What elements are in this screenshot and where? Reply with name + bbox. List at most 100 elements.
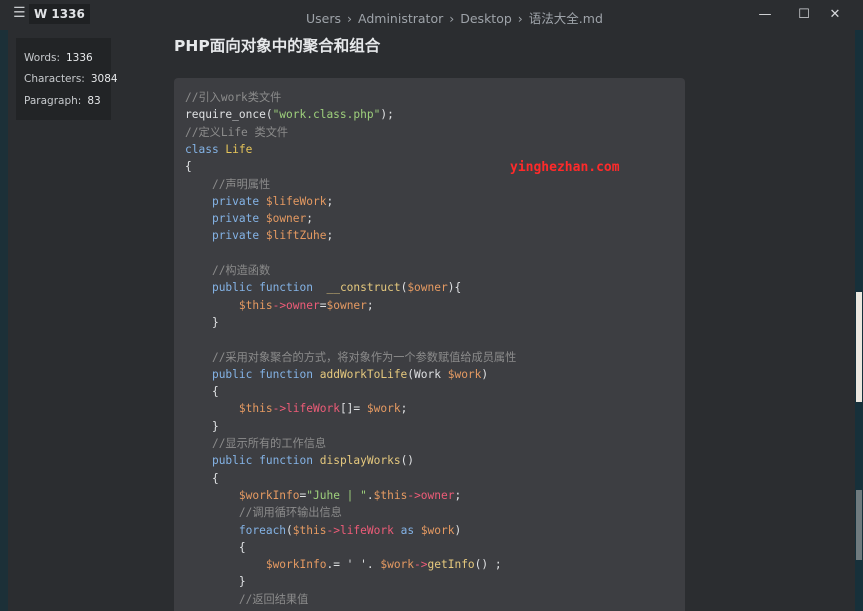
code-line: public function displayWorks()	[185, 452, 414, 469]
code-token: ->owner	[272, 298, 320, 312]
code-token: public function	[211, 367, 320, 381]
code-token: getInfo	[427, 558, 475, 572]
code-token: )	[454, 523, 462, 537]
code-line: }	[185, 573, 246, 590]
code-token: ->owner	[407, 488, 455, 502]
code-token: $this	[238, 298, 273, 312]
minimize-button[interactable]: —	[757, 7, 773, 22]
code-token: ;	[306, 212, 314, 226]
maximize-button[interactable]: ☐	[796, 7, 812, 22]
code-token: $work	[420, 523, 455, 537]
code-token: "Juhe | "	[306, 488, 367, 502]
stat-words: Words: 1336	[24, 52, 93, 64]
code-line: //引入work类文件	[185, 89, 281, 106]
background-window-fragment	[856, 292, 862, 402]
code-block[interactable]: //引入work类文件 require_once("work.class.php"…	[174, 78, 685, 611]
breadcrumb-item-administrator[interactable]: Administrator	[358, 11, 443, 26]
code-token: }	[185, 419, 219, 433]
code-line: foreach($this->lifeWork as $work)	[185, 522, 461, 539]
code-token: $work	[366, 402, 401, 416]
code-line: //声明属性	[185, 176, 270, 193]
code-line: $workInfo="Juhe | ".$this->owner;	[185, 487, 461, 504]
code-line: require_once("work.class.php");	[185, 106, 394, 123]
stat-characters-label: Characters:	[24, 73, 85, 85]
code-token: (Work	[407, 367, 448, 381]
breadcrumb: Users › Administrator › Desktop › 语法大全.md	[306, 8, 603, 27]
code-line: private $lifeWork;	[185, 193, 333, 210]
code-line: public function __construct($owner){	[185, 279, 461, 296]
code-token: public function	[211, 281, 327, 295]
code-token: //返回结果值	[238, 592, 309, 606]
code-token: "work.class.php"	[272, 108, 381, 122]
word-count-panel: Words: 1336 Characters: 3084 Paragraph: 83	[16, 38, 118, 120]
code-token: () ;	[474, 558, 502, 572]
code-token: //声明属性	[211, 177, 271, 191]
code-token: ){	[447, 281, 462, 295]
code-token: $workInfo	[238, 488, 300, 502]
close-button[interactable]: ✕	[827, 7, 843, 22]
code-token: ->lifeWork	[326, 523, 394, 537]
code-token: ()	[400, 454, 415, 468]
code-token: $this	[292, 523, 327, 537]
stat-paragraph-label: Paragraph:	[24, 95, 82, 107]
breadcrumb-item-desktop[interactable]: Desktop	[460, 11, 512, 26]
code-line: //返回结果值	[185, 591, 308, 608]
stat-characters: Characters: 3084	[24, 73, 118, 85]
code-line: class Life	[185, 141, 252, 158]
breadcrumb-separator-icon: ›	[347, 11, 353, 26]
code-token: $owner	[407, 281, 448, 295]
word-count-badge[interactable]: W 1336	[29, 4, 90, 24]
breadcrumb-item-users[interactable]: Users	[306, 11, 341, 26]
code-token: $this	[373, 488, 408, 502]
code-line: private $liftZuhe;	[185, 227, 333, 244]
code-line: {	[185, 158, 192, 175]
editor-window: ☰ W 1336 Users › Administrator › Desktop › 语法大…	[0, 0, 863, 611]
code-token: .	[366, 488, 374, 502]
code-line: }	[185, 314, 219, 331]
code-token: //采用对象聚合的方式，将对象作为一个参数赋值给成员属性	[211, 350, 517, 364]
code-token: $workInfo	[265, 558, 327, 572]
code-token: class	[185, 142, 226, 156]
code-token: {	[185, 471, 219, 485]
code-token: addWorkToLife	[319, 367, 408, 381]
code-token: ;	[366, 298, 374, 312]
code-token: ->lifeWork	[272, 402, 340, 416]
code-token: ;	[400, 402, 408, 416]
code-token: )	[481, 367, 489, 381]
code-token: private	[211, 194, 266, 208]
hamburger-menu-icon[interactable]: ☰	[13, 5, 26, 21]
code-token: //构造函数	[211, 264, 271, 277]
code-token: //显示所有的工作信息	[211, 437, 327, 450]
breadcrumb-item-file[interactable]: 语法大全.md	[529, 11, 603, 26]
code-token: $owner	[265, 212, 307, 226]
code-token: }	[185, 315, 219, 329]
code-line: public function addWorkToLife(Work $work…	[185, 366, 488, 383]
code-token: ;	[326, 194, 334, 208]
code-token: }	[185, 575, 246, 589]
code-token: displayWorks	[319, 454, 401, 468]
code-token: $liftZuhe	[265, 229, 327, 243]
code-token: $owner	[326, 298, 367, 312]
code-token: {	[185, 160, 192, 174]
code-token: (	[286, 523, 293, 537]
code-line: private $owner;	[185, 210, 313, 227]
code-line: {	[185, 470, 219, 487]
code-token: $work	[380, 558, 415, 572]
code-token: $lifeWork	[265, 194, 327, 208]
stat-paragraph: Paragraph: 83	[24, 95, 101, 107]
code-token: {	[185, 540, 246, 554]
code-token: ;	[454, 488, 462, 502]
code-token: //调用循环输出信息	[238, 506, 342, 520]
code-token: .= ' '.	[326, 558, 381, 572]
scrollbar-thumb[interactable]	[856, 490, 862, 560]
code-token: require_once(	[185, 108, 273, 122]
